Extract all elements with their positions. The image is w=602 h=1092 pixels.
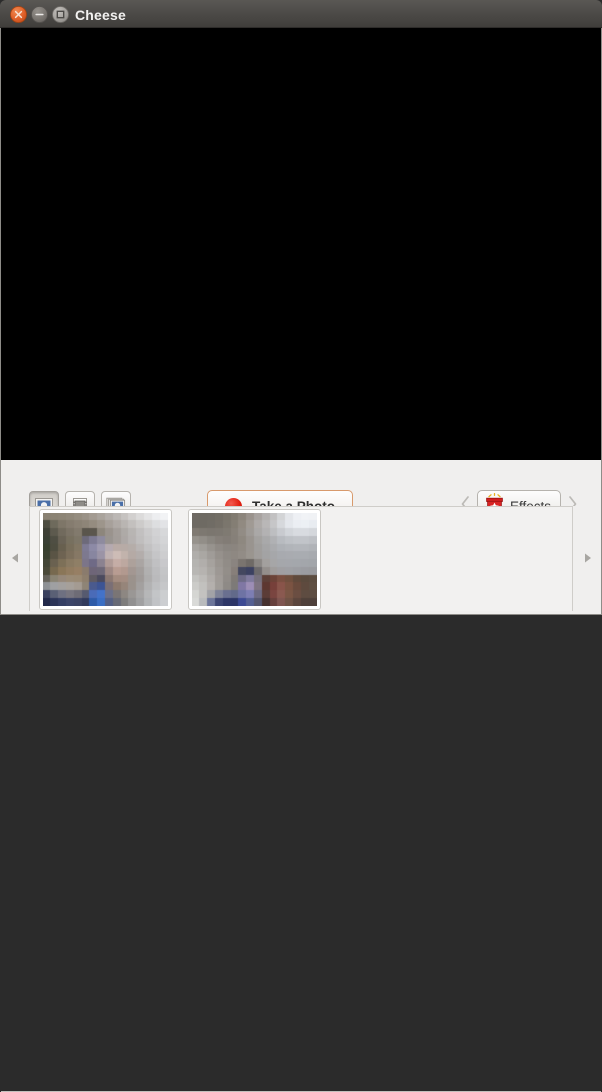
window-titlebar: Cheese: [0, 0, 602, 28]
camera-preview[interactable]: [1, 28, 601, 460]
thumbnail-scroll-right-button[interactable]: [573, 506, 601, 614]
window-content: Take a Photo: [0, 28, 602, 1092]
thumbnail-image-1: [43, 512, 168, 606]
thumbnail-viewport[interactable]: [29, 506, 573, 611]
thumbnail-image-2: [192, 512, 317, 606]
capture-toolbar: Take a Photo: [1, 460, 601, 522]
maximize-button[interactable]: [52, 6, 69, 23]
cheese-window: Cheese: [0, 0, 602, 1092]
minimize-button[interactable]: [31, 6, 48, 23]
window-title: Cheese: [75, 7, 127, 23]
thumbnail-strip: [1, 506, 601, 1092]
triangle-right-icon: [582, 551, 593, 569]
thumbnail-scroll-left-button[interactable]: [1, 506, 29, 614]
close-button[interactable]: [10, 6, 27, 23]
thumbnail-item-1[interactable]: [39, 508, 172, 610]
thumbnail-item-2[interactable]: [188, 508, 321, 610]
triangle-left-icon: [10, 551, 21, 569]
